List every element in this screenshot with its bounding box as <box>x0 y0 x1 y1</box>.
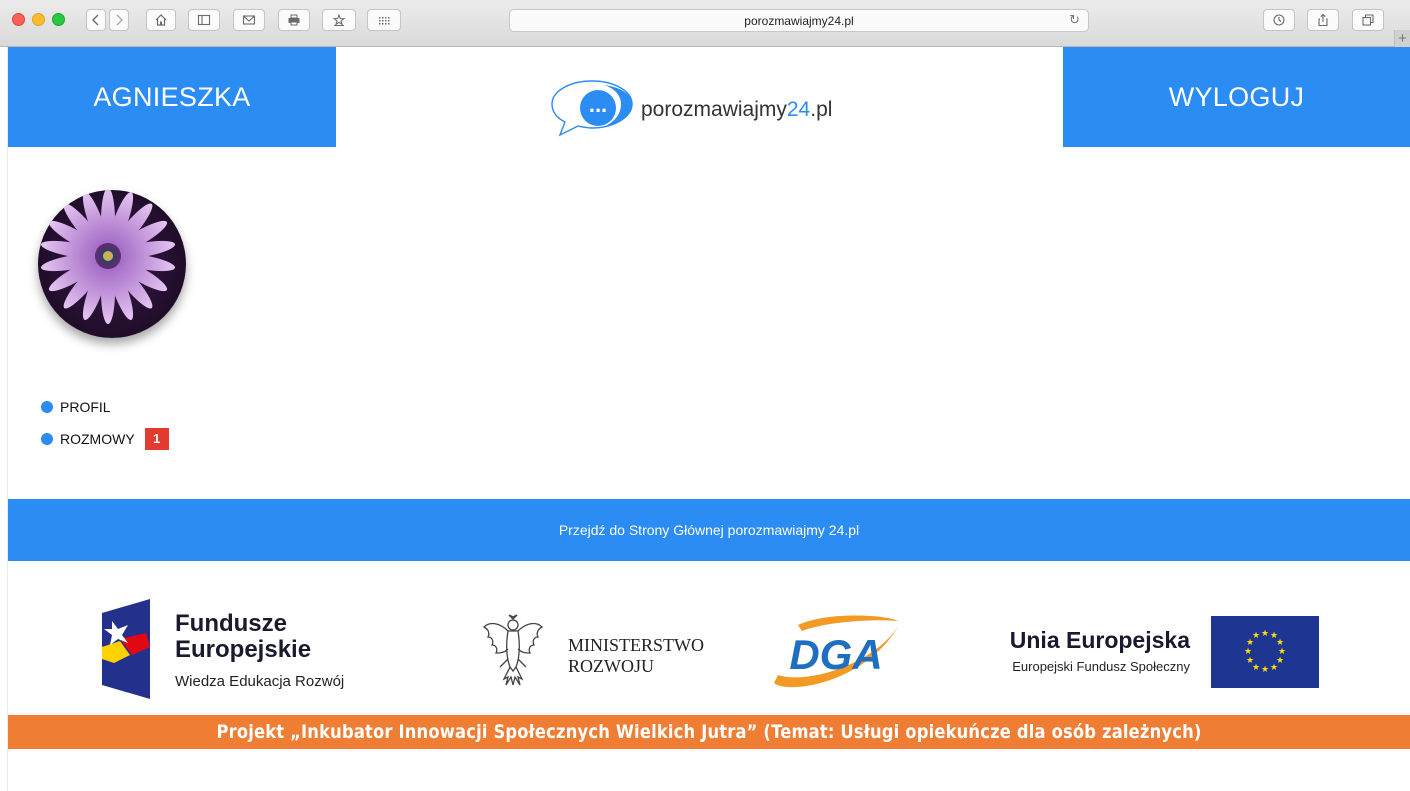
svg-text:★: ★ <box>1261 665 1269 675</box>
chevron-right-icon <box>116 14 123 26</box>
avatar[interactable] <box>38 190 186 338</box>
window-edge <box>0 47 8 791</box>
unread-count-badge: 1 <box>144 428 169 450</box>
sidebar-icon <box>197 14 211 26</box>
tabs-icon <box>1362 14 1374 26</box>
eu-line1: Unia Europejska <box>1009 627 1190 653</box>
chevron-left-icon <box>92 14 99 26</box>
bookmark-button[interactable] <box>322 9 356 31</box>
address-bar[interactable]: porozmawiajmy24.pl ↻ <box>509 9 1089 32</box>
svg-text:★: ★ <box>1244 647 1252 657</box>
svg-text:★: ★ <box>1252 631 1260 641</box>
sidebar-item-label: PROFIL <box>60 399 111 415</box>
mail-button[interactable] <box>233 9 265 31</box>
home-icon <box>155 14 167 26</box>
eu-line2: Europejski Fundusz Społeczny <box>1012 659 1190 674</box>
fundusze-line2: Europejskie <box>175 636 312 663</box>
close-window-button[interactable] <box>12 13 25 26</box>
history-button[interactable] <box>1263 9 1295 31</box>
site-logo[interactable]: ... porozmawiajmy24.pl <box>548 77 888 139</box>
browser-toolbar: porozmawiajmy24.pl ↻ + <box>0 0 1410 47</box>
sidebar-button[interactable] <box>188 9 220 31</box>
sponsor-logos: Fundusze Europejskie Wiedza Edukacja Roz… <box>8 561 1410 715</box>
zoom-window-button[interactable] <box>52 13 65 26</box>
envelope-icon <box>242 15 256 25</box>
user-name-header[interactable]: AGNIESZKA <box>8 47 336 147</box>
print-button[interactable] <box>278 9 310 31</box>
logout-label: WYLOGUJ <box>1168 82 1305 112</box>
share-button[interactable] <box>1307 9 1339 31</box>
reload-icon[interactable]: ↻ <box>1069 13 1080 28</box>
logo-text: porozmawiajmy24.pl <box>641 98 832 122</box>
top-sites-button[interactable] <box>367 9 401 31</box>
new-tab-button[interactable]: + <box>1394 30 1410 47</box>
project-banner-text: Projekt „Inkubator Innowacji Społecznych… <box>216 721 1202 743</box>
sidebar-item-rozmowy[interactable]: ROZMOWY 1 <box>41 428 169 450</box>
project-banner: Projekt „Inkubator Innowacji Społecznych… <box>8 715 1410 749</box>
fundusze-line3: Wiedza Edukacja Rozwój <box>175 673 345 690</box>
clock-icon <box>1273 14 1285 26</box>
back-button[interactable] <box>86 9 106 31</box>
ministry-line1: MINISTERSTWO <box>568 635 704 655</box>
dga-text: DGA <box>789 631 882 678</box>
home-link[interactable]: Przejdź do Strony Głównej porozmawiajmy … <box>8 499 1410 561</box>
dga-logo: DGA <box>774 615 900 688</box>
tabs-overview-button[interactable] <box>1352 9 1384 31</box>
printer-icon <box>288 14 300 26</box>
sidebar-item-profil[interactable]: PROFIL <box>41 397 111 417</box>
star-icon <box>332 13 346 26</box>
flower-image <box>38 190 186 338</box>
grid-icon <box>379 17 390 25</box>
forward-button[interactable] <box>109 9 129 31</box>
minimize-window-button[interactable] <box>32 13 45 26</box>
speech-bubble-icon: ... <box>551 80 633 137</box>
logo-text-accent: 24 <box>786 98 811 121</box>
user-name: AGNIESZKA <box>93 82 251 112</box>
share-icon <box>1318 13 1328 27</box>
bullet-icon <box>41 401 53 413</box>
ministry-line2: ROZWOJU <box>568 656 654 676</box>
logo-text-suffix: .pl <box>810 98 833 121</box>
page: AGNIESZKA ... porozmawiajmy24.pl WYLOGUJ <box>8 47 1410 791</box>
fundusze-europejskie-logo <box>102 599 150 699</box>
home-link-bar[interactable]: Przejdź do Strony Głównej porozmawiajmy … <box>8 499 1410 561</box>
home-button[interactable] <box>146 9 176 31</box>
logo-text-main: porozmawiajmy <box>641 98 787 121</box>
logo-bubble-dots: ... <box>589 92 607 117</box>
address-bar-url: porozmawiajmy24.pl <box>744 14 854 28</box>
svg-text:★: ★ <box>1246 656 1254 666</box>
svg-text:★: ★ <box>1261 629 1269 639</box>
fundusze-line1: Fundusze <box>175 610 287 637</box>
sidebar-item-label: ROZMOWY <box>60 431 135 447</box>
polish-eagle-emblem <box>482 614 544 686</box>
eu-flag: ★ ★★ ★★★ ★★★ ★★★ <box>1211 616 1319 688</box>
bullet-icon <box>41 433 53 445</box>
svg-text:★: ★ <box>1270 663 1278 673</box>
logout-button[interactable]: WYLOGUJ <box>1063 47 1410 147</box>
